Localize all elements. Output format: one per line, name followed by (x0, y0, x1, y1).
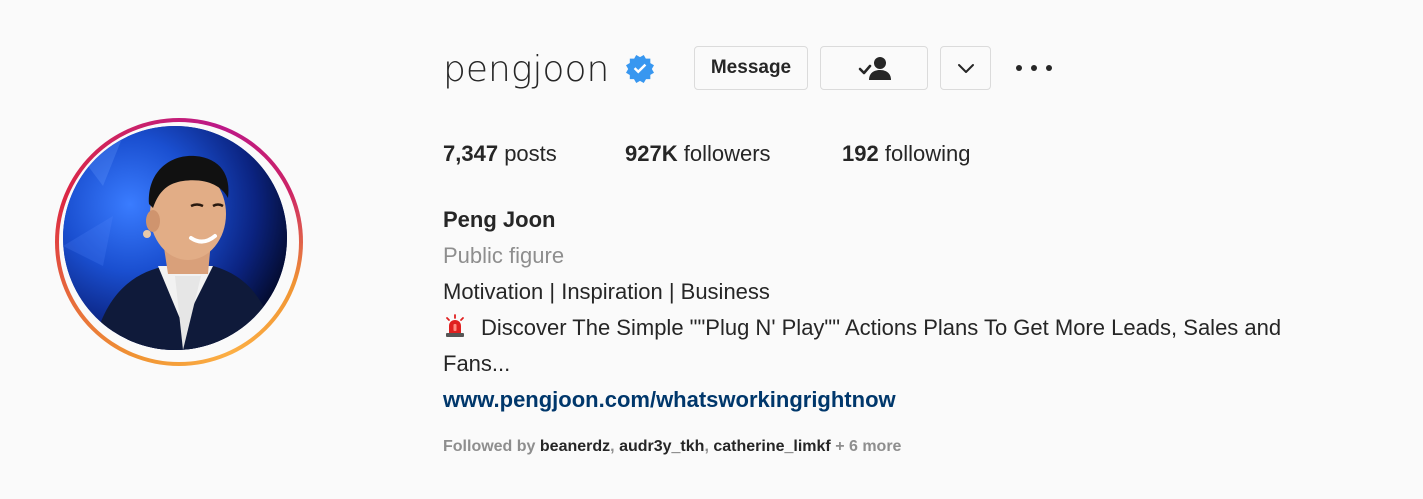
followers-count: 927K (625, 141, 678, 166)
dot (1016, 65, 1022, 71)
siren-icon (446, 314, 464, 337)
posts-stat: 7,347 posts (443, 140, 557, 168)
suggestions-dropdown-button[interactable] (940, 46, 991, 90)
bio-line-2-text: Discover The Simple ""Plug N' Play"" Act… (481, 315, 1282, 340)
website-link[interactable]: www.pengjoon.com/whatsworkingrightnow (443, 386, 896, 414)
followed-by-prefix: Followed by (443, 438, 536, 455)
avatar[interactable] (63, 126, 287, 350)
full-name: Peng Joon (443, 207, 556, 232)
story-ring[interactable] (55, 118, 303, 366)
following-label: following (884, 141, 971, 166)
posts-label: posts (504, 141, 557, 166)
following-button[interactable] (820, 46, 928, 90)
following-count: 192 (842, 141, 879, 166)
follower-name[interactable]: catherine_limkf (713, 438, 830, 455)
profile-photo (63, 126, 287, 350)
separator: , (610, 438, 615, 455)
person-check-icon (858, 57, 891, 80)
dot (1031, 65, 1037, 71)
follower-name[interactable]: audr3y_tkh (619, 438, 704, 455)
followers-label: followers (683, 141, 771, 166)
chevron-down-icon (957, 64, 974, 73)
followed-by[interactable]: Followed by beanerdz, audr3y_tkh, cather… (443, 436, 901, 458)
dot (1046, 65, 1052, 71)
bio-line-2: Discover The Simple ""Plug N' Play"" Act… (443, 314, 1281, 342)
category-label: Public figure (443, 243, 565, 268)
separator: , (704, 438, 709, 455)
bio-line-1: Motivation | Inspiration | Business (443, 279, 770, 304)
posts-count: 7,347 (443, 141, 499, 166)
ellipsis-icon[interactable] (1016, 60, 1052, 76)
message-button[interactable]: Message (694, 46, 808, 90)
followers-stat[interactable]: 927K followers (625, 140, 771, 168)
username: pengjoon (443, 49, 610, 90)
bio-line-3: Fans... (443, 351, 511, 376)
follower-name[interactable]: beanerdz (540, 438, 610, 455)
more-followers: + 6 more (835, 438, 902, 455)
verified-badge-icon (626, 55, 654, 83)
following-stat[interactable]: 192 following (842, 140, 970, 168)
